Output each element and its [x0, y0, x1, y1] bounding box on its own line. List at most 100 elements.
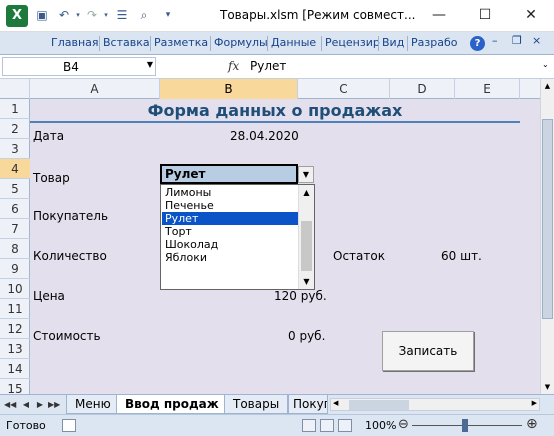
- scroll-left-icon[interactable]: ◀: [333, 399, 338, 407]
- chevron-down-icon[interactable]: ▼: [298, 166, 314, 183]
- ribbon-divider: [150, 36, 151, 51]
- tab-page-layout[interactable]: Разметка: [154, 36, 208, 49]
- row-header[interactable]: 2: [0, 119, 30, 139]
- insert-function-icon[interactable]: fx: [228, 59, 239, 73]
- row-header[interactable]: 4: [0, 159, 30, 179]
- maximize-button[interactable]: ☐: [462, 0, 508, 31]
- sheet-tab-bar: ◀◀ ◀ ▶ ▶▶ Меню Ввод продаж Товары Покуп …: [0, 394, 554, 414]
- ribbon-minimize-icon[interactable]: –: [492, 34, 498, 47]
- ribbon-divider: [321, 36, 322, 51]
- prev-sheet-icon[interactable]: ◀: [20, 398, 32, 411]
- row-header[interactable]: 7: [0, 219, 30, 239]
- page-layout-view-icon[interactable]: [320, 419, 334, 432]
- macro-record-icon[interactable]: [62, 419, 76, 432]
- tab-developer[interactable]: Разрабо: [411, 36, 457, 49]
- sheet-tab-sales-input[interactable]: Ввод продаж: [116, 395, 228, 414]
- help-icon[interactable]: ?: [470, 36, 485, 51]
- ribbon-tabs: Главная Вставка Разметка Формулы Данные …: [0, 32, 554, 55]
- list-item[interactable]: Шоколад: [162, 238, 298, 251]
- column-header-d[interactable]: D: [390, 79, 455, 99]
- ribbon-close-icon[interactable]: ×: [532, 34, 541, 47]
- scroll-up-icon[interactable]: ▲: [299, 185, 314, 200]
- chevron-down-icon[interactable]: ▼: [147, 60, 153, 69]
- product-dropdown-list[interactable]: Лимоны Печенье Рулет Торт Шоколад Яблоки…: [160, 184, 315, 290]
- tab-home[interactable]: Главная: [51, 36, 99, 49]
- list-item[interactable]: Яблоки: [162, 251, 298, 264]
- horizontal-scrollbar[interactable]: ◀ ▶: [330, 398, 540, 411]
- value-date[interactable]: 28.04.2020: [230, 129, 299, 143]
- customize-toolbar-icon[interactable]: ▾: [160, 7, 176, 23]
- scroll-right-icon[interactable]: ▶: [532, 399, 537, 407]
- save-record-button[interactable]: Записать: [382, 331, 474, 371]
- list-item[interactable]: Печенье: [162, 199, 298, 212]
- tab-insert[interactable]: Вставка: [103, 36, 150, 49]
- sheet-tab-buyers[interactable]: Покуп: [288, 395, 328, 414]
- value-price[interactable]: 120 руб.: [274, 289, 327, 303]
- list-item[interactable]: Торт: [162, 225, 298, 238]
- row-header[interactable]: 9: [0, 259, 30, 279]
- row-header[interactable]: 5: [0, 179, 30, 199]
- normal-view-icon[interactable]: [302, 419, 316, 432]
- scroll-down-icon[interactable]: ▼: [541, 380, 554, 394]
- title-bar: X ▣ ↶ ▾ ↷ ▾ ☰ ⌕ ▾ Товары.xlsm [Режим сов…: [0, 0, 554, 32]
- ribbon-divider: [267, 36, 268, 51]
- product-combobox[interactable]: Рулет: [160, 164, 298, 184]
- name-box[interactable]: B4 ▼: [2, 57, 156, 76]
- row-header[interactable]: 15: [0, 379, 30, 394]
- column-header-a[interactable]: A: [30, 79, 160, 99]
- row-header[interactable]: 8: [0, 239, 30, 259]
- label-quantity: Количество: [33, 249, 107, 263]
- last-sheet-icon[interactable]: ▶▶: [48, 398, 60, 411]
- first-sheet-icon[interactable]: ◀◀: [4, 398, 16, 411]
- scroll-thumb[interactable]: [542, 119, 553, 319]
- row-header[interactable]: 3: [0, 139, 30, 159]
- row-header[interactable]: 1: [0, 99, 30, 119]
- tab-data[interactable]: Данные: [271, 36, 316, 49]
- sheet-tab-products[interactable]: Товары: [224, 395, 289, 414]
- row-header[interactable]: 10: [0, 279, 30, 299]
- value-cost[interactable]: 0 руб.: [288, 329, 325, 343]
- row-header[interactable]: 12: [0, 319, 30, 339]
- form-title: Форма данных о продажах: [147, 101, 403, 120]
- ribbon-restore-icon[interactable]: ❐: [512, 34, 522, 47]
- row-header[interactable]: 6: [0, 199, 30, 219]
- scroll-down-icon[interactable]: ▼: [299, 274, 314, 289]
- row-header[interactable]: 11: [0, 299, 30, 319]
- scroll-thumb[interactable]: [349, 400, 409, 410]
- zoom-out-icon[interactable]: ⊖: [398, 417, 409, 432]
- tab-review[interactable]: Рецензир: [325, 36, 380, 49]
- tab-view[interactable]: Вид: [382, 36, 404, 49]
- status-ready: Готово: [6, 419, 46, 432]
- list-item-selected[interactable]: Рулет: [162, 212, 298, 225]
- expand-formula-icon[interactable]: ⌄: [542, 60, 549, 69]
- next-sheet-icon[interactable]: ▶: [34, 398, 46, 411]
- column-header-c[interactable]: C: [298, 79, 390, 99]
- form-icon[interactable]: ☰: [114, 7, 130, 23]
- page-break-view-icon[interactable]: [338, 419, 352, 432]
- sheet-tab-menu[interactable]: Меню: [66, 395, 120, 414]
- worksheet-grid[interactable]: A B C D E 1 2 3 4 5 6 7 8 9 10 11 12 13 …: [0, 79, 540, 394]
- row-header[interactable]: 14: [0, 359, 30, 379]
- close-button[interactable]: ✕: [508, 0, 554, 31]
- ribbon-divider: [407, 36, 408, 51]
- vertical-scrollbar[interactable]: ▲ ▼: [540, 79, 554, 394]
- scroll-up-icon[interactable]: ▲: [541, 79, 554, 93]
- redo-dropdown-icon[interactable]: ▾: [98, 7, 114, 23]
- zoom-slider-handle[interactable]: [462, 419, 468, 432]
- scroll-thumb[interactable]: [301, 221, 312, 271]
- excel-logo-icon[interactable]: X: [6, 5, 28, 27]
- dropdown-scrollbar[interactable]: ▲ ▼: [298, 185, 314, 289]
- select-all-corner[interactable]: [0, 79, 30, 99]
- print-preview-icon[interactable]: ⌕: [136, 7, 152, 23]
- zoom-level[interactable]: 100%: [365, 419, 396, 432]
- tab-formulas[interactable]: Формулы: [214, 36, 268, 49]
- row-header[interactable]: 13: [0, 339, 30, 359]
- zoom-in-icon[interactable]: ⊕: [526, 416, 538, 432]
- column-header-b[interactable]: B: [160, 79, 298, 99]
- list-item[interactable]: Лимоны: [162, 186, 298, 199]
- save-icon[interactable]: ▣: [34, 7, 50, 23]
- minimize-button[interactable]: —: [416, 0, 462, 31]
- formula-input[interactable]: Рулет: [246, 57, 540, 76]
- value-stock[interactable]: 60 шт.: [441, 249, 482, 263]
- column-header-e[interactable]: E: [455, 79, 520, 99]
